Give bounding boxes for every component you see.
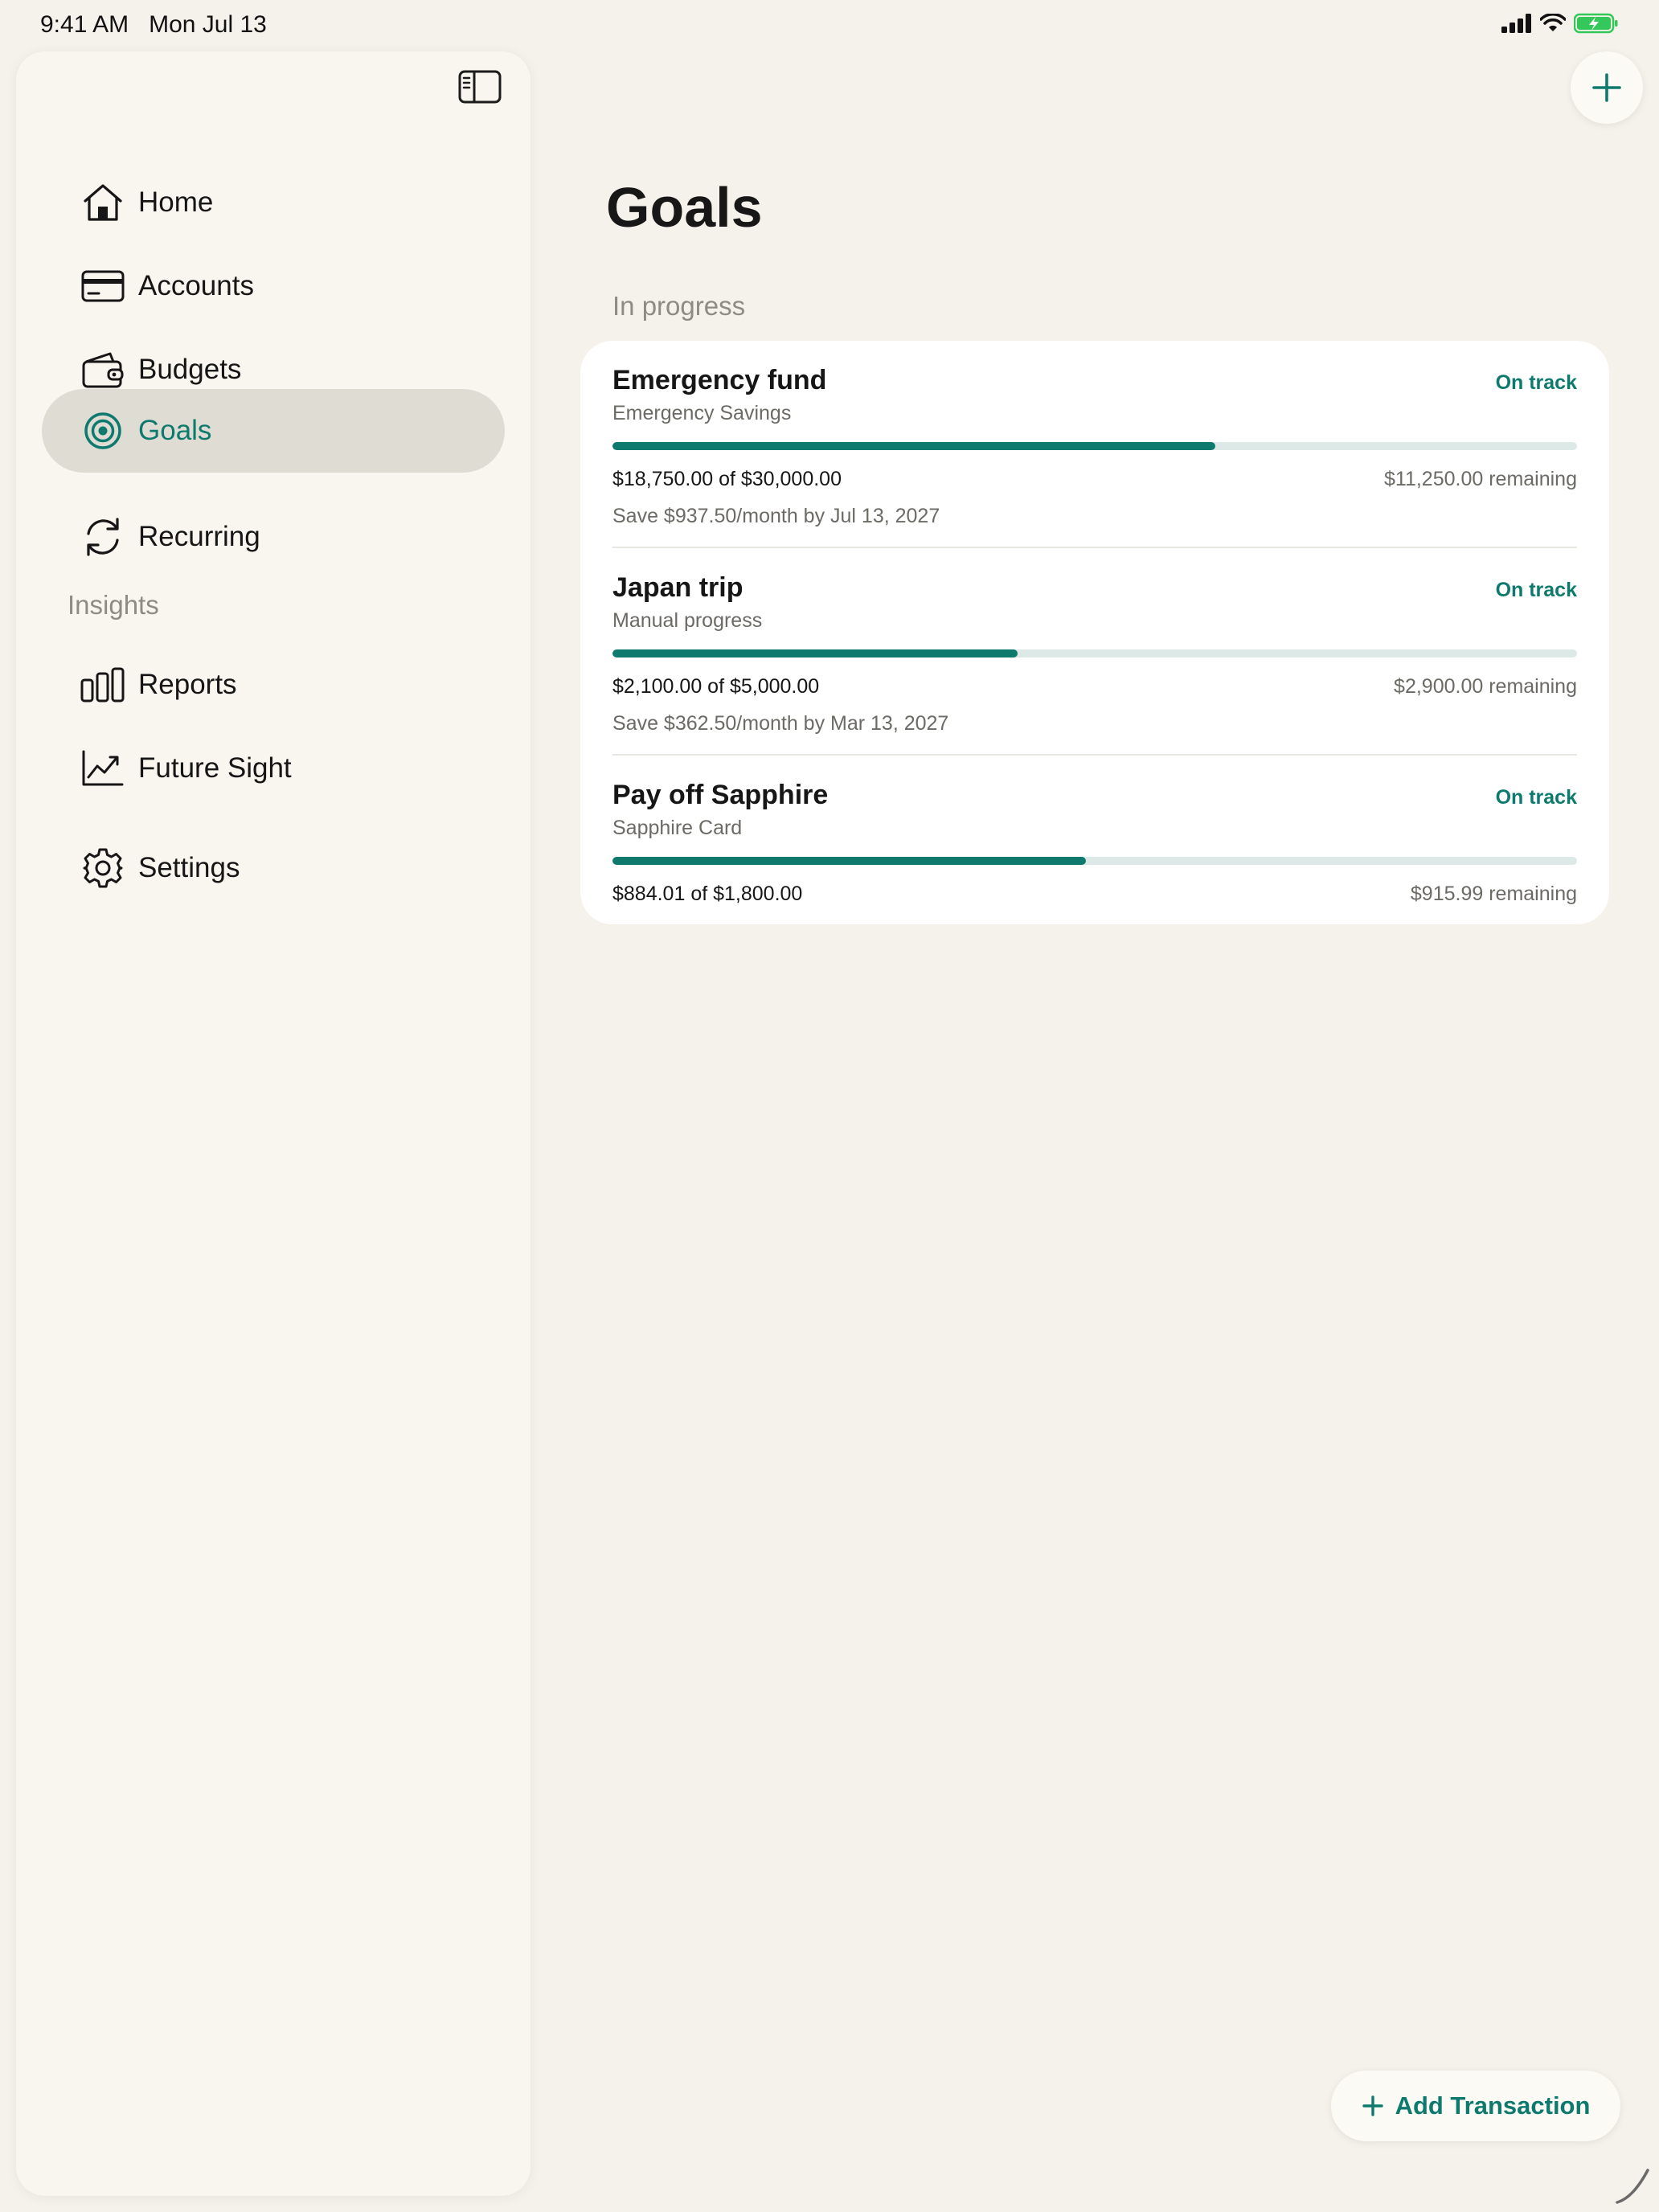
goal-row-japan-trip[interactable]: Japan trip Manual progress On track $2,1… — [612, 572, 1577, 752]
goal-progress-fill — [612, 857, 1087, 865]
resize-handle-icon[interactable] — [1612, 2165, 1653, 2206]
card-icon — [80, 264, 125, 309]
goal-amount: $884.01 of $1,800.00 — [612, 883, 803, 905]
add-transaction-button[interactable]: Add Transaction — [1331, 2071, 1620, 2141]
in-progress-label: In progress — [612, 291, 746, 321]
divider — [612, 754, 1577, 756]
sidebar-item-label: Future Sight — [138, 752, 292, 784]
goal-account: Emergency Savings — [612, 402, 792, 424]
sidebar-item-label: Home — [138, 186, 214, 218]
plus-icon — [1592, 73, 1621, 102]
sidebar-item-accounts[interactable]: Accounts — [42, 244, 505, 328]
sidebar-item-label: Goals — [138, 415, 212, 446]
goal-status-badge: On track — [1495, 579, 1577, 601]
bar-chart-icon — [80, 662, 125, 707]
goal-account: Manual progress — [612, 609, 763, 632]
sidebar-item-settings[interactable]: Settings — [42, 826, 505, 910]
sidebar-item-goals[interactable]: Goals — [42, 389, 505, 473]
sidebar-item-label: Recurring — [138, 521, 260, 552]
target-icon — [80, 408, 125, 453]
sidebar-toggle-icon[interactable] — [458, 69, 502, 104]
wifi-icon — [1540, 14, 1566, 31]
status-time-date: 9:41 AM Mon Jul 13 — [40, 11, 267, 39]
sidebar-item-recurring[interactable]: Recurring — [42, 495, 505, 579]
recurring-icon — [80, 514, 125, 559]
sidebar: Home Accounts Budgets Goals Recurring In… — [16, 51, 530, 2196]
goal-plan: Save $937.50/month by Jul 13, 2027 — [612, 505, 940, 527]
goal-row-pay-off-sapphire[interactable]: Pay off Sapphire Sapphire Card On track … — [612, 780, 1577, 908]
goal-remaining: $915.99 remaining — [1410, 883, 1577, 905]
goal-amount: $18,750.00 of $30,000.00 — [612, 468, 842, 490]
plus-icon — [1362, 2095, 1383, 2116]
cellular-icon — [1501, 14, 1531, 33]
goal-remaining: $11,250.00 remaining — [1384, 468, 1577, 490]
goal-plan: Save $362.50/month by Mar 13, 2027 — [612, 712, 949, 735]
gear-icon — [80, 846, 125, 891]
goal-remaining: $2,900.00 remaining — [1394, 675, 1577, 698]
status-icons — [1501, 13, 1619, 34]
trend-chart-icon — [80, 746, 125, 791]
add-button[interactable] — [1571, 51, 1643, 124]
sidebar-item-label: Accounts — [138, 270, 254, 301]
wallet-icon — [80, 347, 125, 392]
status-date: Mon Jul 13 — [149, 11, 267, 38]
goal-name: Pay off Sapphire — [612, 780, 829, 810]
sidebar-item-label: Reports — [138, 669, 237, 700]
sidebar-item-reports[interactable]: Reports — [42, 643, 505, 727]
battery-charging-icon — [1574, 13, 1618, 34]
sidebar-item-label: Settings — [138, 852, 240, 883]
sidebar-item-label: Budgets — [138, 354, 242, 385]
app-screen: 9:41 AM Mon Jul 13 Home Accounts Budgets… — [0, 0, 1659, 2212]
goal-account: Sapphire Card — [612, 817, 743, 839]
goal-status-badge: On track — [1495, 371, 1577, 394]
insights-section-label: Insights — [68, 590, 159, 620]
goal-progress-fill — [612, 649, 1018, 657]
status-time: 9:41 AM — [40, 11, 129, 38]
goal-progress-bar — [612, 649, 1577, 657]
sidebar-item-home[interactable]: Home — [42, 161, 505, 244]
home-icon — [80, 180, 125, 225]
sidebar-item-future-sight[interactable]: Future Sight — [42, 727, 505, 810]
goal-progress-fill — [612, 442, 1215, 450]
goal-row-emergency-fund[interactable]: Emergency fund Emergency Savings On trac… — [612, 365, 1577, 545]
divider — [612, 547, 1577, 548]
page-title: Goals — [606, 176, 763, 239]
goal-progress-bar — [612, 442, 1577, 450]
goal-name: Japan trip — [612, 572, 743, 603]
goals-card: Emergency fund Emergency Savings On trac… — [580, 341, 1609, 924]
goal-amount: $2,100.00 of $5,000.00 — [612, 675, 820, 698]
goal-status-badge: On track — [1495, 786, 1577, 809]
goal-name: Emergency fund — [612, 365, 827, 395]
add-transaction-label: Add Transaction — [1395, 2091, 1591, 2120]
goal-progress-bar — [612, 857, 1577, 865]
